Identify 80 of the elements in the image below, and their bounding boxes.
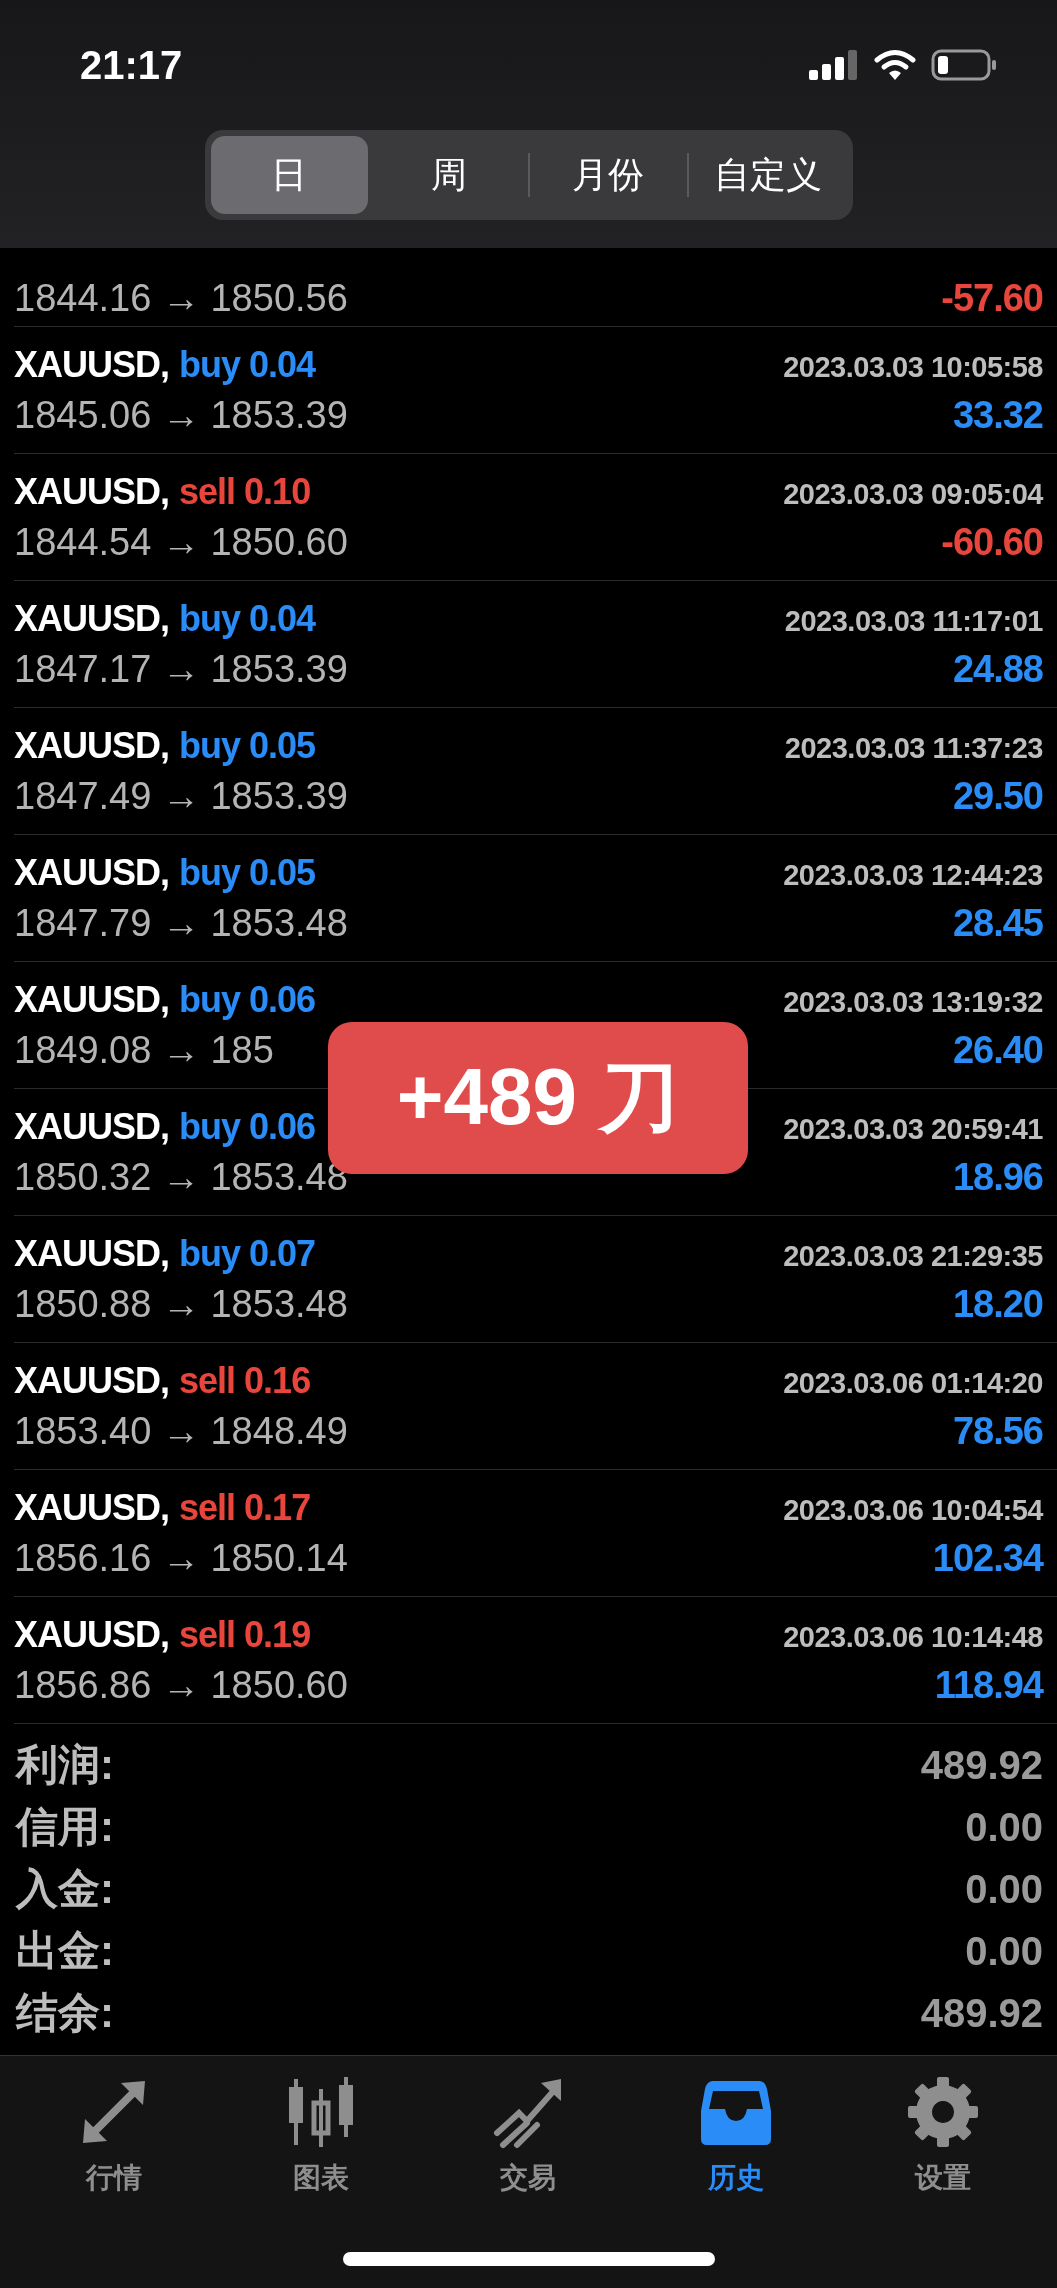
profit-amount: 102.34 bbox=[932, 1536, 1043, 1580]
summary-value: 0.00 bbox=[965, 1928, 1043, 1974]
summary-label: 利润: bbox=[16, 1740, 114, 1790]
period-tab[interactable]: 月份 bbox=[529, 136, 687, 214]
period-tab[interactable]: 周 bbox=[370, 136, 528, 214]
symbol-label: XAUUSD, bbox=[14, 724, 170, 767]
deal-time: 2023.03.03 09:05:04 bbox=[783, 477, 1043, 511]
price-range: 1847.79 → 1853.48 bbox=[14, 901, 348, 945]
order-type: buy 0.07 bbox=[179, 1232, 316, 1275]
symbol-label: XAUUSD, bbox=[14, 597, 170, 640]
bottom-tab[interactable]: 图表 bbox=[246, 2074, 397, 2198]
deal-time: 2023.03.03 12:44:23 bbox=[783, 858, 1043, 892]
deal-time: 2023.03.06 10:14:48 bbox=[783, 1620, 1043, 1654]
price-range: 1850.88 → 1853.48 bbox=[14, 1282, 348, 1326]
order-type: buy 0.04 bbox=[179, 343, 316, 386]
price-range: 1847.49 → 1853.39 bbox=[14, 774, 348, 818]
deal-time: 2023.03.06 10:04:54 bbox=[783, 1493, 1043, 1527]
price-range: 1845.06 → 1853.39 bbox=[14, 393, 348, 437]
order-type: sell 0.17 bbox=[179, 1486, 311, 1529]
symbol-label: XAUUSD, bbox=[14, 851, 170, 894]
profit-amount: -57.60 bbox=[941, 277, 1043, 320]
price-range: 1853.40 → 1848.49 bbox=[14, 1409, 348, 1453]
deal-time: 2023.03.03 11:17:01 bbox=[784, 604, 1043, 638]
order-type: buy 0.06 bbox=[179, 978, 316, 1021]
profit-amount: 18.96 bbox=[952, 1155, 1043, 1199]
bottom-tab[interactable]: 交易 bbox=[453, 2074, 604, 2198]
period-tab[interactable]: 自定义 bbox=[689, 136, 847, 214]
clock-time: 21:17 bbox=[80, 42, 183, 88]
summary-value: 0.00 bbox=[965, 1866, 1043, 1912]
deal-time: 2023.03.06 01:14:20 bbox=[783, 1366, 1043, 1400]
summary-value: 489.92 bbox=[920, 1990, 1043, 2036]
price-range: 1844.16 → 1850.56 bbox=[14, 277, 348, 320]
symbol-label: XAUUSD, bbox=[14, 1613, 170, 1656]
settings-icon bbox=[906, 2075, 981, 2149]
profit-amount: 78.56 bbox=[952, 1409, 1043, 1453]
profit-amount: -60.60 bbox=[941, 520, 1043, 564]
symbol-label: XAUUSD, bbox=[14, 978, 170, 1021]
battery-icon bbox=[931, 49, 997, 81]
bottom-tab[interactable]: 行情 bbox=[38, 2074, 189, 2198]
summary-label: 入金: bbox=[16, 1864, 114, 1914]
summary-label: 结余: bbox=[16, 1988, 114, 2038]
order-type: buy 0.04 bbox=[179, 597, 316, 640]
profit-amount: 33.32 bbox=[952, 393, 1043, 437]
deal-time: 2023.03.03 11:37:23 bbox=[784, 731, 1043, 765]
price-range: 1844.54 → 1850.60 bbox=[14, 520, 348, 564]
order-type: buy 0.05 bbox=[179, 851, 316, 894]
price-range: 1856.86 → 1850.60 bbox=[14, 1663, 348, 1707]
symbol-label: XAUUSD, bbox=[14, 1105, 170, 1148]
summary-value: 489.92 bbox=[920, 1742, 1043, 1788]
deal-time: 2023.03.03 21:29:35 bbox=[783, 1239, 1043, 1273]
period-tab[interactable]: 日 bbox=[210, 136, 368, 214]
price-range: 1849.08 → 185 bbox=[14, 1028, 274, 1072]
deal-time: 2023.03.03 20:59:41 bbox=[783, 1112, 1043, 1146]
symbol-label: XAUUSD, bbox=[14, 1232, 170, 1275]
profit-amount: 26.40 bbox=[952, 1028, 1043, 1072]
summary-value: 0.00 bbox=[965, 1804, 1043, 1850]
profit-amount: 28.45 bbox=[952, 901, 1043, 945]
wifi-icon bbox=[873, 49, 917, 81]
profit-amount: 18.20 bbox=[952, 1282, 1043, 1326]
price-range: 1847.17 → 1853.39 bbox=[14, 647, 348, 691]
profit-amount: 24.88 bbox=[952, 647, 1043, 691]
bottom-tab[interactable]: 设置 bbox=[868, 2074, 1019, 2198]
order-type: sell 0.19 bbox=[179, 1613, 311, 1656]
order-type: buy 0.05 bbox=[179, 724, 316, 767]
deal-time: 2023.03.03 13:19:32 bbox=[783, 985, 1043, 1019]
symbol-label: XAUUSD, bbox=[14, 343, 170, 386]
profit-amount: 29.50 bbox=[952, 774, 1043, 818]
order-type: sell 0.10 bbox=[179, 470, 311, 513]
deal-time: 2023.03.03 10:05:58 bbox=[783, 350, 1043, 384]
signal-icon bbox=[809, 50, 859, 80]
symbol-label: XAUUSD, bbox=[14, 470, 170, 513]
summary-label: 信用: bbox=[16, 1802, 114, 1852]
summary-label: 出金: bbox=[16, 1926, 114, 1976]
profit-amount: 118.94 bbox=[934, 1663, 1043, 1707]
symbol-label: XAUUSD, bbox=[14, 1486, 170, 1529]
price-range: 1856.16 → 1850.14 bbox=[14, 1536, 348, 1580]
order-type: sell 0.16 bbox=[179, 1359, 311, 1402]
order-type: buy 0.06 bbox=[179, 1105, 316, 1148]
symbol-label: XAUUSD, bbox=[14, 1359, 170, 1402]
bottom-tab[interactable]: 历史 bbox=[660, 2074, 811, 2198]
